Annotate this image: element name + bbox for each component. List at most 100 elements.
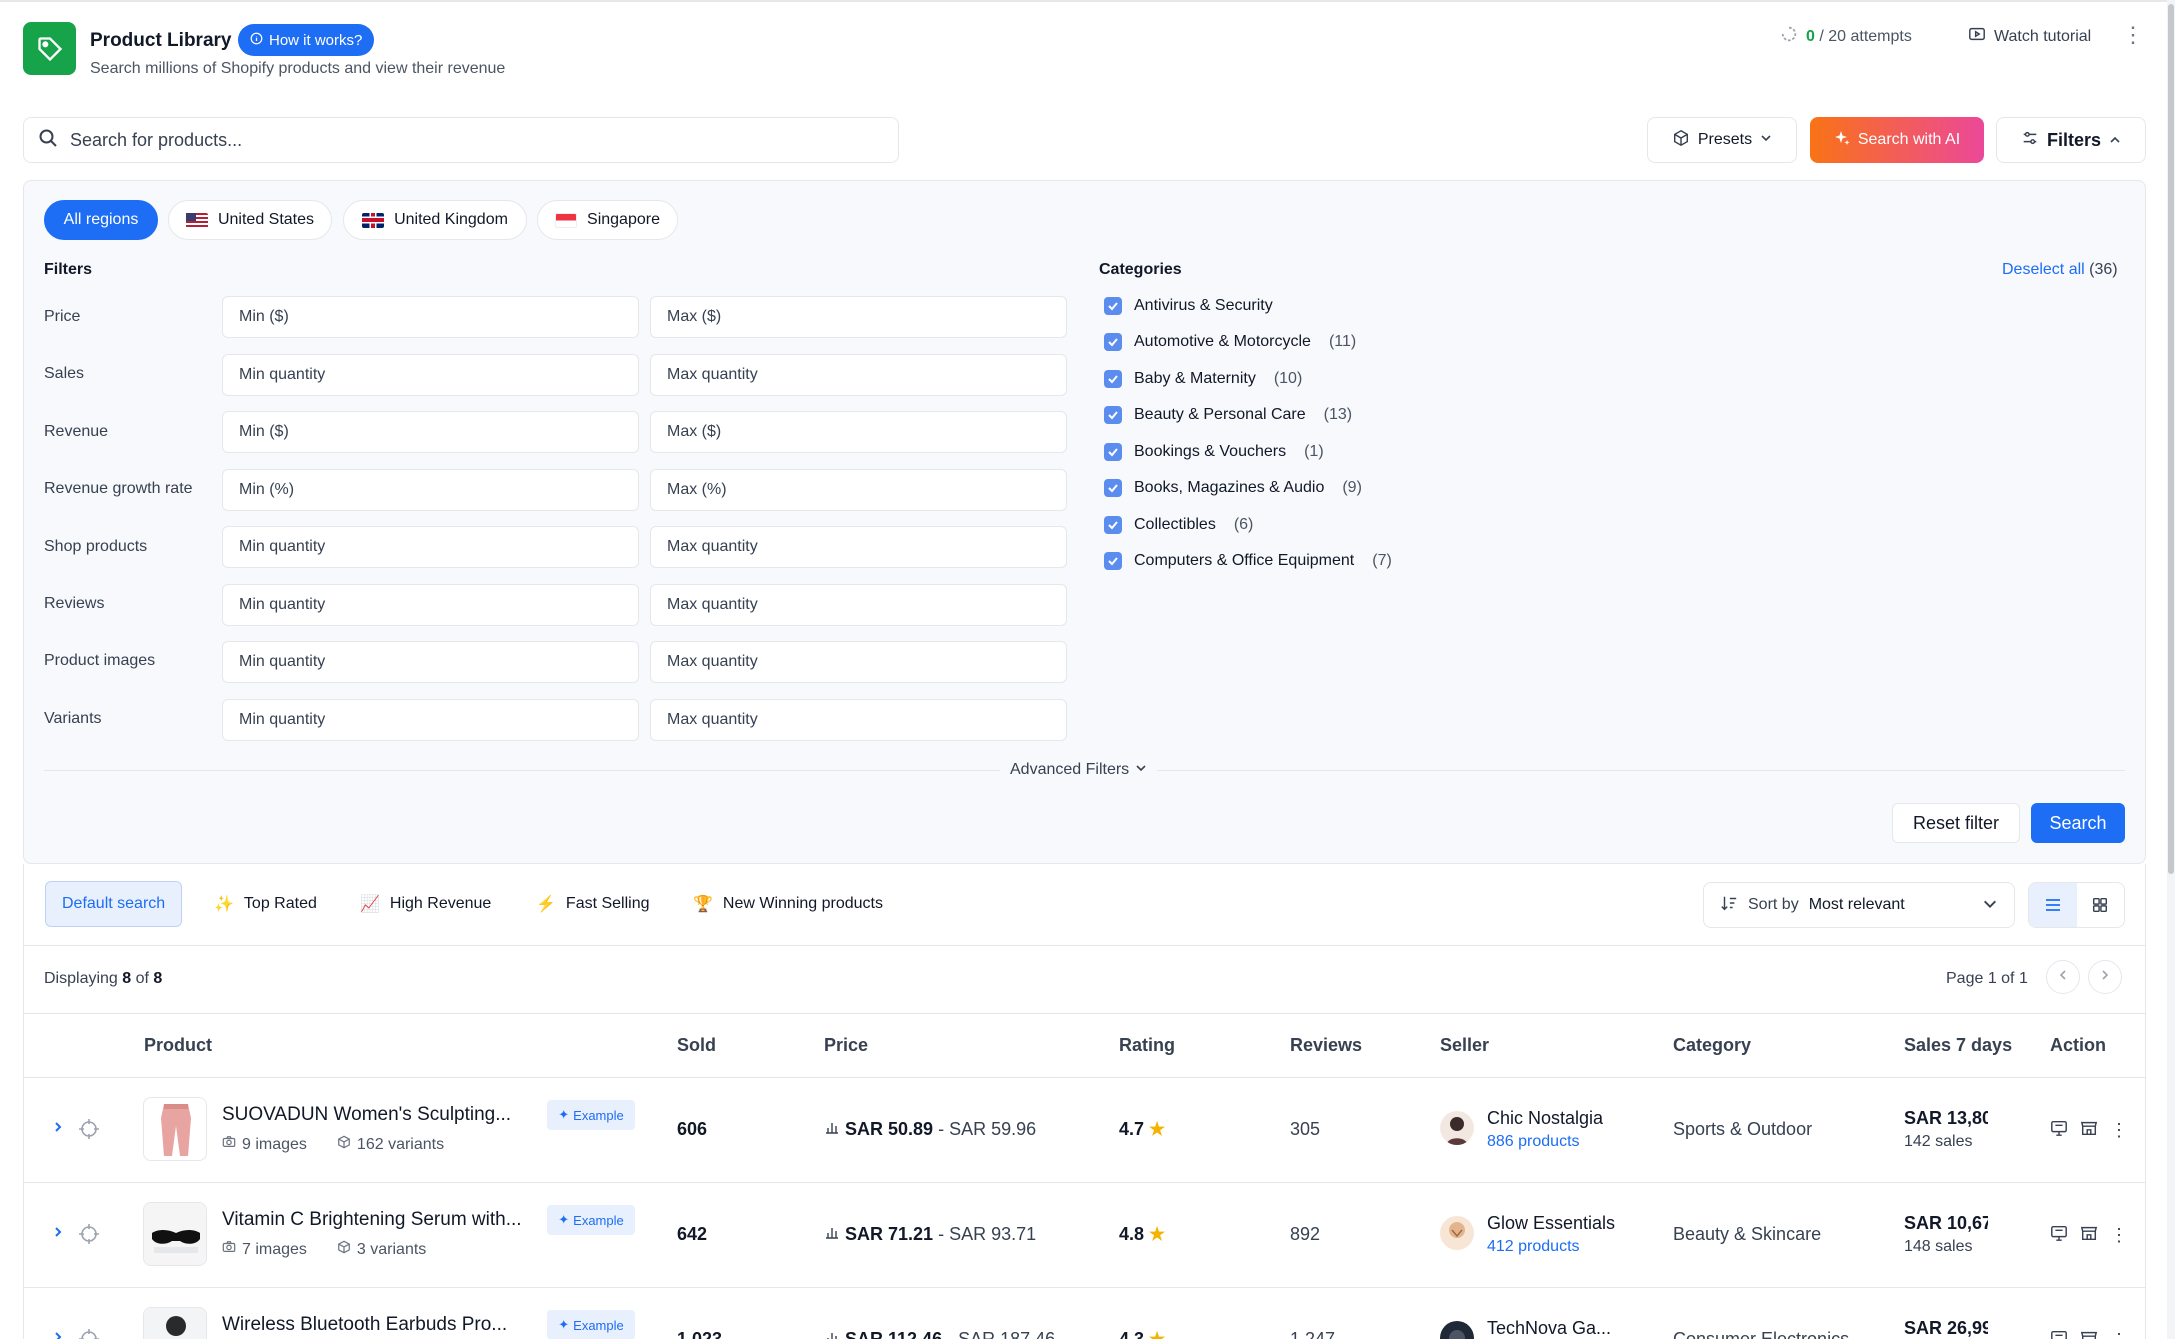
region-all[interactable]: All regions [44, 200, 158, 240]
product-meta: 7 images 3 variants [222, 1240, 426, 1259]
category-name: Books, Magazines & Audio [1134, 479, 1325, 496]
seller-name[interactable]: Chic Nostalgia [1487, 1108, 1603, 1129]
product-thumbnail[interactable] [143, 1097, 207, 1161]
product-search-box[interactable] [23, 117, 899, 163]
product-name[interactable]: Wireless Bluetooth Earbuds Pro... [222, 1314, 507, 1336]
search-with-ai-button[interactable]: Search with AI [1810, 117, 1984, 163]
expand-row-icon[interactable] [52, 1118, 64, 1139]
variants-max-input[interactable] [650, 699, 1067, 741]
checkbox-checked-icon[interactable] [1104, 406, 1122, 424]
advanced-filters-toggle[interactable]: Advanced Filters [1000, 761, 1158, 779]
search-input[interactable] [70, 129, 870, 151]
category-count: (7) [1372, 552, 1392, 569]
price-min-input[interactable] [222, 296, 639, 338]
store-icon[interactable] [2080, 1329, 2098, 1339]
reset-filter-button[interactable]: Reset filter [1892, 803, 2020, 843]
example-badge: ✦ Example [547, 1100, 635, 1130]
sort-value: Most relevant [1808, 896, 1905, 913]
revenue-min-input[interactable] [222, 411, 639, 453]
ad-library-icon[interactable] [2050, 1224, 2068, 1247]
store-icon[interactable] [2080, 1224, 2098, 1247]
sold-value: 642 [677, 1224, 708, 1244]
reviews-min-input[interactable] [222, 584, 639, 626]
product-thumbnail[interactable] [143, 1307, 207, 1339]
displaying-total: 8 [153, 970, 163, 987]
growth-min-input[interactable] [222, 469, 639, 511]
category-item[interactable]: Books, Magazines & Audio (9) [1104, 479, 1362, 497]
checkbox-checked-icon[interactable] [1104, 297, 1122, 315]
ad-library-icon[interactable] [2050, 1119, 2068, 1142]
results-count: Displaying 8 of 8 [44, 970, 162, 988]
crosshair-icon[interactable] [77, 1117, 101, 1146]
sort-dropdown[interactable]: Sort by Most relevant [1703, 882, 2015, 928]
crosshair-icon[interactable] [77, 1222, 101, 1251]
view-toggle [2028, 882, 2125, 928]
images-max-input[interactable] [650, 641, 1067, 683]
reviews-max-input[interactable] [650, 584, 1067, 626]
region-united-states[interactable]: United States [168, 200, 332, 240]
checkbox-checked-icon[interactable] [1104, 333, 1122, 351]
next-page-button[interactable] [2088, 960, 2122, 994]
grid-view-icon[interactable] [2077, 883, 2125, 927]
store-icon[interactable] [2080, 1119, 2098, 1142]
checkbox-checked-icon[interactable] [1104, 552, 1122, 570]
expand-row-icon[interactable] [52, 1223, 64, 1244]
category-item[interactable]: Beauty & Personal Care (13) [1104, 406, 1352, 424]
checkbox-checked-icon[interactable] [1104, 479, 1122, 497]
revenue-max-input[interactable] [650, 411, 1067, 453]
camera-icon [222, 1135, 236, 1154]
tab-fast-selling[interactable]: ⚡ Fast Selling [520, 881, 666, 927]
displaying-shown: 8 [122, 970, 132, 987]
checkbox-checked-icon[interactable] [1104, 443, 1122, 461]
crosshair-icon[interactable] [77, 1327, 101, 1339]
row-more-icon[interactable]: ⋮ [2110, 1225, 2128, 1246]
category-item[interactable]: Antivirus & Security [1104, 297, 1273, 315]
seller-name[interactable]: Glow Essentials [1487, 1213, 1615, 1234]
seller-name[interactable]: TechNova Ga... [1487, 1318, 1611, 1339]
tab-default-search[interactable]: Default search [45, 881, 183, 927]
images-min-input[interactable] [222, 641, 639, 683]
expand-row-icon[interactable] [52, 1328, 64, 1339]
category-name: Computers & Office Equipment [1134, 552, 1355, 569]
product-name[interactable]: SUOVADUN Women's Sculpting... [222, 1104, 511, 1126]
category-item[interactable]: Baby & Maternity (10) [1104, 370, 1302, 388]
deselect-all-link[interactable]: Deselect all [2002, 261, 2085, 278]
region-singapore[interactable]: Singapore [537, 200, 678, 240]
tab-top-rated[interactable]: ✨ Top Rated [198, 881, 333, 927]
price-min: SAR 71.21 [845, 1224, 934, 1244]
category-item[interactable]: Collectibles (6) [1104, 516, 1253, 534]
category-item[interactable]: Bookings & Vouchers (1) [1104, 443, 1324, 461]
sold-value: 606 [677, 1119, 708, 1139]
seller-products-link[interactable]: 886 products [1487, 1133, 1580, 1151]
prev-page-button[interactable] [2046, 960, 2080, 994]
row-more-icon[interactable]: ⋮ [2110, 1120, 2128, 1141]
presets-button[interactable]: Presets [1647, 117, 1797, 163]
product-name[interactable]: Vitamin C Brightening Serum with... [222, 1209, 522, 1231]
category-item[interactable]: Automotive & Motorcycle (11) [1104, 333, 1356, 351]
watch-tutorial-button[interactable]: Watch tutorial [1968, 25, 2091, 48]
shop-products-min-input[interactable] [222, 526, 639, 568]
chevron-down-icon [1135, 761, 1147, 779]
region-united-kingdom[interactable]: United Kingdom [343, 200, 527, 240]
sales-min-input[interactable] [222, 354, 639, 396]
list-view-icon[interactable] [2029, 883, 2077, 927]
variants-min-input[interactable] [222, 699, 639, 741]
tab-new-winning-products[interactable]: 🏆 New Winning products [677, 881, 899, 927]
checkbox-checked-icon[interactable] [1104, 516, 1122, 534]
category-item[interactable]: Computers & Office Equipment (7) [1104, 552, 1392, 570]
product-thumbnail[interactable] [143, 1202, 207, 1266]
filters-toggle-button[interactable]: Filters [1996, 117, 2146, 163]
more-options-icon[interactable]: ⋮ [2122, 22, 2144, 48]
apply-search-button[interactable]: Search [2031, 803, 2125, 843]
sales-max-input[interactable] [650, 354, 1067, 396]
price-max-input[interactable] [650, 296, 1067, 338]
row-more-icon[interactable]: ⋮ [2110, 1330, 2128, 1339]
seller-products-link[interactable]: 412 products [1487, 1238, 1580, 1256]
tab-high-revenue[interactable]: 📈 High Revenue [344, 881, 507, 927]
scrollbar-thumb[interactable] [2168, 4, 2174, 874]
shop-products-max-input[interactable] [650, 526, 1067, 568]
how-it-works-button[interactable]: How it works? [238, 24, 375, 56]
ad-library-icon[interactable] [2050, 1329, 2068, 1339]
growth-max-input[interactable] [650, 469, 1067, 511]
checkbox-checked-icon[interactable] [1104, 370, 1122, 388]
